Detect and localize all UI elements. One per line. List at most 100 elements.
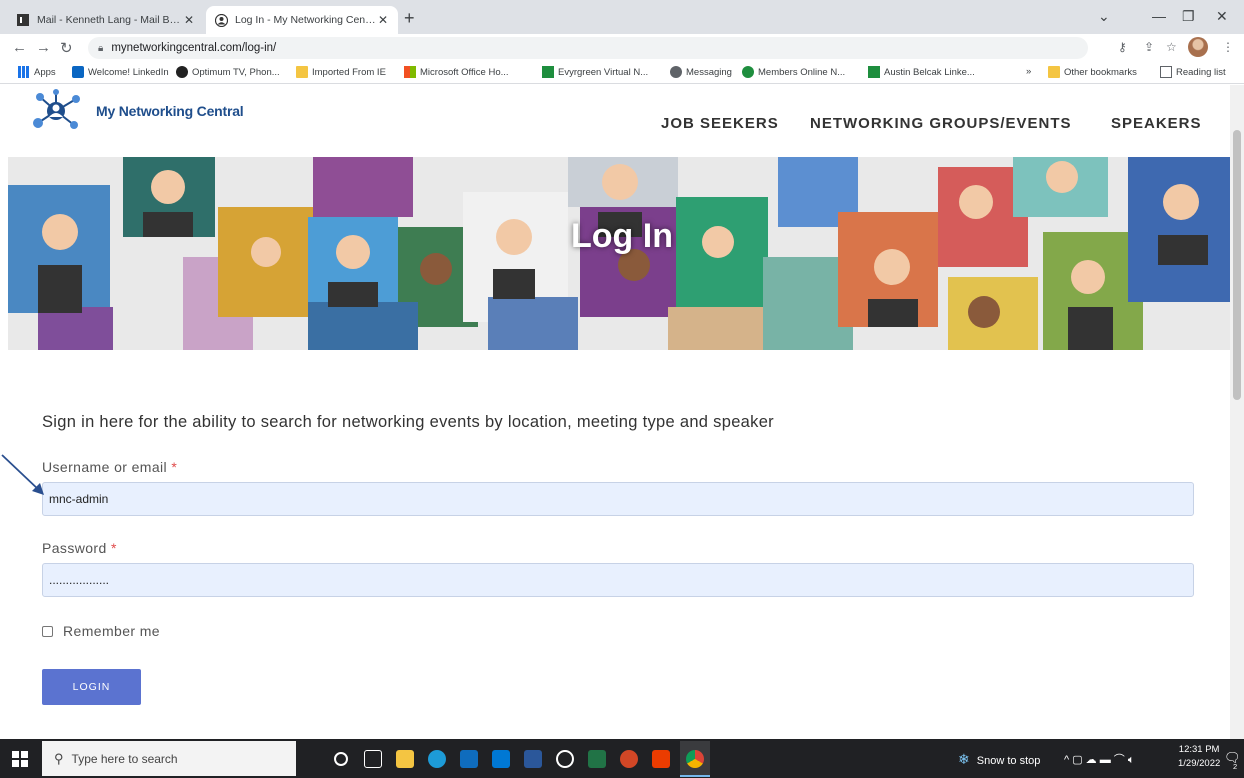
bookmark-imported[interactable]: Imported From IE — [296, 66, 386, 78]
optimum-icon — [176, 66, 188, 78]
bookmark-austin[interactable]: Austin Belcak Linke... — [868, 66, 975, 78]
password-key-icon[interactable]: ⚷ — [1118, 40, 1127, 54]
microsoft-icon — [404, 66, 416, 78]
lock-icon: 🔒︎ — [98, 42, 104, 54]
nav-speakers[interactable]: SPEAKERS — [1111, 115, 1202, 132]
required-asterisk: * — [110, 540, 117, 556]
windows-start-icon[interactable] — [12, 751, 28, 767]
word-icon[interactable] — [524, 750, 542, 768]
back-arrow-icon[interactable]: ← — [12, 39, 27, 56]
store-icon[interactable] — [460, 750, 478, 768]
mail-favicon-icon — [16, 13, 30, 27]
task-view-icon[interactable] — [364, 750, 382, 768]
tray-icons[interactable]: ^ ▢ ☁ ▬ ⌒ 🔈︎ — [1064, 751, 1134, 767]
cortana-icon[interactable] — [334, 752, 348, 766]
site-favicon-icon — [214, 13, 228, 27]
restore-button[interactable]: ❐ — [1182, 8, 1195, 25]
bookmark-apps[interactable]: Apps — [18, 66, 56, 78]
bookmark-star-icon[interactable]: ☆ — [1166, 40, 1177, 54]
mail-icon[interactable] — [492, 750, 510, 768]
evyrgreen-icon — [868, 66, 880, 78]
reload-icon[interactable]: ↻ — [60, 39, 73, 57]
browser-toolbar: ← → ↻ 🔒︎ mynetworkingcentral.com/log-in/… — [0, 34, 1244, 62]
username-input[interactable]: mnc-admin — [42, 482, 1194, 516]
linkedin-icon — [72, 66, 84, 78]
members-icon — [742, 66, 754, 78]
bookmarks-bar: Apps Welcome! LinkedIn Optimum TV, Phon.… — [0, 62, 1244, 84]
windows-taskbar: ⚲ Type here to search ❄ Snow to stop ^ ▢… — [0, 739, 1244, 778]
bookmarks-overflow[interactable]: » — [1026, 66, 1031, 77]
clock-time: 12:31 PM — [1178, 744, 1220, 755]
dell-icon[interactable] — [556, 750, 574, 768]
url-text: mynetworkingcentral.com/log-in/ — [111, 42, 277, 54]
powerpoint-icon[interactable] — [620, 750, 638, 768]
nav-networking-groups-events[interactable]: NETWORKING GROUPS/EVENTS — [810, 115, 1072, 132]
site-logo[interactable]: My Networking Central — [30, 89, 244, 131]
bookmark-linkedin[interactable]: Welcome! LinkedIn — [72, 66, 169, 78]
password-input[interactable]: .................. — [42, 563, 1194, 597]
bookmark-messaging[interactable]: Messaging — [670, 66, 732, 78]
taskbar-clock[interactable]: 12:31 PM 1/29/2022 — [1178, 743, 1220, 771]
bookmark-other[interactable]: Other bookmarks — [1048, 66, 1137, 78]
search-icon: ⚲ — [54, 750, 64, 766]
bookmark-optimum[interactable]: Optimum TV, Phon... — [176, 66, 280, 78]
chrome-icon — [686, 750, 704, 768]
address-bar[interactable]: 🔒︎ mynetworkingcentral.com/log-in/ — [88, 37, 1088, 59]
hero-banner: Log In — [8, 157, 1230, 350]
close-tab-icon[interactable]: ✕ — [182, 13, 196, 27]
taskbar-search-placeholder: Type here to search — [71, 751, 178, 766]
username-label: Username or email * — [42, 459, 178, 475]
tab-title: Mail - Kenneth Lang - Mail Busin — [37, 14, 182, 26]
new-tab-button[interactable]: + — [404, 9, 415, 27]
apps-grid-icon — [18, 66, 30, 78]
scrollbar-thumb[interactable] — [1233, 130, 1241, 400]
annotation-arrow-icon — [1, 454, 44, 495]
browser-tab-strip: Mail - Kenneth Lang - Mail Busin ✕ Log I… — [0, 0, 1244, 34]
bookmark-reading-list[interactable]: Reading list — [1160, 66, 1226, 78]
bookmark-members[interactable]: Members Online N... — [742, 66, 845, 78]
menu-kebab-icon[interactable]: ⋮ — [1222, 40, 1234, 54]
snowflake-icon: ❄ — [958, 751, 970, 767]
clock-date: 1/29/2022 — [1178, 758, 1221, 769]
edge-icon[interactable] — [428, 750, 446, 768]
page-scrollbar[interactable] — [1230, 85, 1244, 739]
reading-list-icon — [1160, 66, 1172, 78]
login-intro-text: Sign in here for the ability to search f… — [42, 413, 774, 431]
network-logo-icon — [33, 89, 80, 129]
remember-me-label: Remember me — [63, 623, 160, 639]
username-value: mnc-admin — [49, 492, 109, 506]
chrome-taskbar-button[interactable] — [680, 741, 710, 777]
tab-title: Log In - My Networking Central — [235, 14, 376, 26]
file-explorer-icon[interactable] — [396, 750, 414, 768]
password-label: Password * — [42, 540, 117, 556]
taskbar-search[interactable]: ⚲ Type here to search — [42, 741, 296, 776]
logo-text: My Networking Central — [96, 103, 244, 119]
login-button[interactable]: LOGIN — [42, 669, 141, 705]
password-value: .................. — [49, 573, 110, 587]
forward-arrow-icon[interactable]: → — [36, 39, 51, 56]
tab-search-icon[interactable]: ⌄ — [1098, 8, 1110, 25]
folder-icon — [296, 66, 308, 78]
bookmark-office[interactable]: Microsoft Office Ho... — [404, 66, 509, 78]
web-page: My Networking Central JOB SEEKERS NETWOR… — [0, 85, 1230, 739]
minimize-button[interactable]: — — [1152, 8, 1166, 24]
excel-icon[interactable] — [588, 750, 606, 768]
messaging-icon — [670, 66, 682, 78]
notification-count: 2 — [1233, 762, 1238, 771]
nav-job-seekers[interactable]: JOB SEEKERS — [661, 115, 779, 132]
tab-login[interactable]: Log In - My Networking Central ✕ — [206, 6, 398, 34]
remember-me-checkbox[interactable] — [42, 625, 53, 637]
share-icon[interactable]: ⇪ — [1144, 40, 1154, 54]
remember-me[interactable]: Remember me — [42, 623, 160, 639]
close-tab-icon[interactable]: ✕ — [376, 13, 390, 27]
tab-mail[interactable]: Mail - Kenneth Lang - Mail Busin ✕ — [8, 6, 204, 34]
close-window-button[interactable]: ✕ — [1216, 8, 1228, 25]
bookmark-evyrgreen[interactable]: Evyrgreen Virtual N... — [542, 66, 648, 78]
evyrgreen-icon — [542, 66, 554, 78]
weather-widget[interactable]: ❄ Snow to stop — [958, 751, 1040, 768]
profile-avatar[interactable] — [1188, 37, 1208, 57]
office-icon[interactable] — [652, 750, 670, 768]
required-asterisk: * — [171, 459, 178, 475]
hero-title: Log In — [571, 217, 673, 255]
folder-icon — [1048, 66, 1060, 78]
